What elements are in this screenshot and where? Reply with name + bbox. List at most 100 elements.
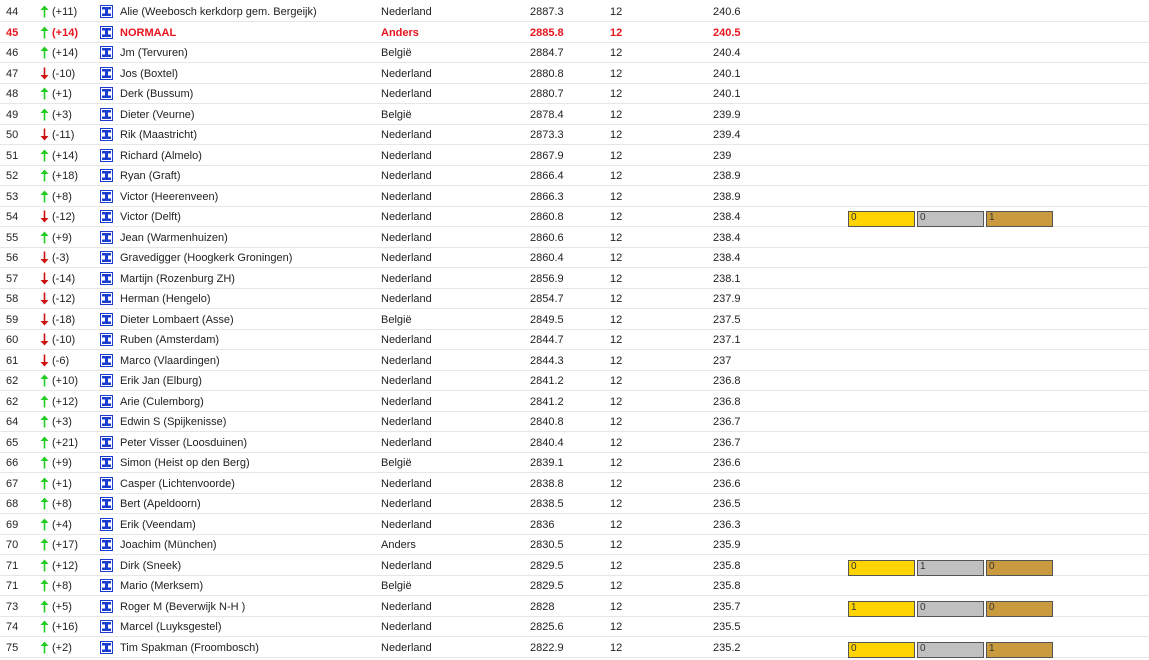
games-cell: 12	[610, 252, 623, 264]
rank-cell: 60	[6, 334, 19, 346]
player-profile-icon[interactable]	[100, 579, 113, 592]
player-profile-icon[interactable]	[100, 333, 113, 346]
score-cell: 2829.5	[530, 580, 564, 592]
player-name[interactable]: Victor (Delft)	[120, 211, 181, 223]
player-profile-icon[interactable]	[100, 271, 113, 285]
table-row: 66 (+9) Simon (Heist op den Berg) België 283…	[0, 453, 1149, 473]
player-name[interactable]: Erik (Veendam)	[120, 519, 196, 531]
player-name[interactable]: Dieter (Veurne)	[120, 109, 195, 121]
arrow-up-icon	[40, 5, 49, 18]
player-name[interactable]: Dirk (Sneek)	[120, 560, 181, 572]
player-profile-icon[interactable]	[100, 456, 113, 469]
player-name[interactable]: Ryan (Graft)	[120, 170, 181, 182]
player-profile-icon[interactable]	[100, 107, 113, 121]
average-cell: 235.8	[713, 559, 741, 572]
player-profile-icon[interactable]	[100, 517, 113, 531]
player-name[interactable]: Jm (Tervuren)	[120, 47, 188, 59]
player-profile-icon[interactable]	[100, 66, 113, 80]
bronze-medal-count: 1	[986, 211, 1053, 227]
player-name[interactable]: NORMAAL	[120, 27, 176, 39]
player-profile-icon[interactable]	[100, 353, 113, 367]
player-profile-icon[interactable]	[100, 87, 113, 100]
player-name[interactable]: Marcel (Luyksgestel)	[120, 621, 221, 633]
player-profile-icon[interactable]	[100, 25, 113, 39]
country-cell: Nederland	[381, 600, 432, 613]
player-profile-icon[interactable]	[100, 394, 113, 408]
player-profile-icon[interactable]	[100, 620, 113, 633]
player-profile-icon[interactable]	[100, 230, 113, 244]
rank-change: (+1)	[52, 88, 72, 100]
player-profile-icon[interactable]	[100, 497, 113, 510]
games-cell: 12	[610, 211, 623, 223]
player-name[interactable]: Tim Spakman (Froombosch)	[120, 642, 259, 654]
player-name[interactable]: Alie (Weebosch kerkdorp gem. Bergeijk)	[120, 6, 317, 18]
games-cell: 12	[610, 580, 623, 592]
player-name[interactable]: Roger M (Beverwijk N-H )	[120, 601, 245, 613]
player-profile-icon[interactable]	[100, 128, 113, 141]
player-name[interactable]: Marco (Vlaardingen)	[120, 355, 220, 367]
rank-change: (+16)	[52, 621, 78, 633]
table-row: 45 (+14) NORMAAL Anders 2885.8 12 240.5	[0, 23, 1149, 43]
arrow-up-icon	[40, 415, 49, 428]
player-name[interactable]: Jean (Warmenhuizen)	[120, 232, 228, 244]
player-profile-icon[interactable]	[100, 558, 113, 572]
average-cell: 237.9	[713, 293, 741, 305]
rank-change: (+2)	[52, 641, 72, 654]
player-profile-icon[interactable]	[100, 251, 113, 264]
player-name[interactable]: Herman (Hengelo)	[120, 293, 210, 305]
player-profile-icon[interactable]	[100, 599, 113, 613]
bronze-medal-count: 0	[986, 600, 1053, 617]
rank-cell: 56	[6, 252, 19, 264]
player-name[interactable]: Arie (Culemborg)	[120, 396, 204, 408]
table-row: 50 (-11) Rik (Maastricht) Nederland 2873.3 12…	[0, 125, 1149, 145]
rank-change: (+8)	[52, 580, 72, 592]
player-name[interactable]: Rik (Maastricht)	[120, 129, 197, 141]
arrow-up-icon	[40, 518, 49, 531]
rank-change: (+10)	[52, 375, 78, 387]
table-row: 71 (+12) Dirk (Sneek) Nederland 2829.5 12 235.…	[0, 556, 1149, 576]
country-cell: België	[381, 47, 412, 59]
player-profile-icon[interactable]	[100, 5, 113, 18]
player-profile-icon[interactable]	[100, 189, 113, 203]
average-cell: 237	[713, 354, 732, 367]
player-profile-icon[interactable]	[100, 46, 113, 59]
player-profile-icon[interactable]	[100, 210, 113, 223]
player-profile-icon[interactable]	[100, 476, 113, 490]
player-name[interactable]: Casper (Lichtenvoorde)	[120, 478, 235, 490]
player-name[interactable]: Joachim (München)	[120, 539, 217, 551]
player-name[interactable]: Erik Jan (Elburg)	[120, 375, 202, 387]
player-profile-icon[interactable]	[100, 169, 113, 182]
player-name[interactable]: Richard (Almelo)	[120, 150, 202, 162]
player-profile-icon[interactable]	[100, 640, 113, 654]
player-name[interactable]: Gravedigger (Hoogkerk Groningen)	[120, 252, 292, 264]
player-name[interactable]: Edwin S (Spijkenisse)	[120, 416, 226, 428]
average-cell: 239.9	[713, 108, 741, 121]
player-name[interactable]: Mario (Merksem)	[120, 580, 203, 592]
player-name[interactable]: Victor (Heerenveen)	[120, 191, 218, 203]
country-cell: Nederland	[381, 436, 432, 449]
player-name[interactable]: Bert (Apeldoorn)	[120, 498, 201, 510]
player-name[interactable]: Peter Visser (Loosduinen)	[120, 437, 247, 449]
player-name[interactable]: Simon (Heist op den Berg)	[120, 457, 250, 469]
table-row: 53 (+8) Victor (Heerenveen) Nederland 2866.3…	[0, 187, 1149, 207]
table-row: 46 (+14) Jm (Tervuren) België 2884.7 12 240.4	[0, 43, 1149, 63]
player-name[interactable]: Dieter Lombaert (Asse)	[120, 314, 234, 326]
player-profile-icon[interactable]	[100, 435, 113, 449]
player-profile-icon[interactable]	[100, 148, 113, 162]
score-cell: 2844.7	[530, 334, 564, 346]
arrow-down-icon	[40, 313, 49, 326]
player-profile-icon[interactable]	[100, 538, 113, 551]
player-name[interactable]: Jos (Boxtel)	[120, 68, 178, 80]
player-profile-icon[interactable]	[100, 312, 113, 326]
player-name[interactable]: Derk (Bussum)	[120, 88, 193, 100]
player-name[interactable]: Ruben (Amsterdam)	[120, 334, 219, 346]
arrow-up-icon	[40, 169, 49, 182]
player-profile-icon[interactable]	[100, 374, 113, 387]
rank-cell: 68	[6, 498, 19, 510]
player-profile-icon[interactable]	[100, 415, 113, 428]
player-profile-icon[interactable]	[100, 292, 113, 305]
country-cell: Nederland	[381, 375, 432, 387]
gold-medal-count: 0	[848, 559, 915, 576]
player-name[interactable]: Martijn (Rozenburg ZH)	[120, 273, 235, 285]
average-cell: 237.1	[713, 334, 741, 346]
